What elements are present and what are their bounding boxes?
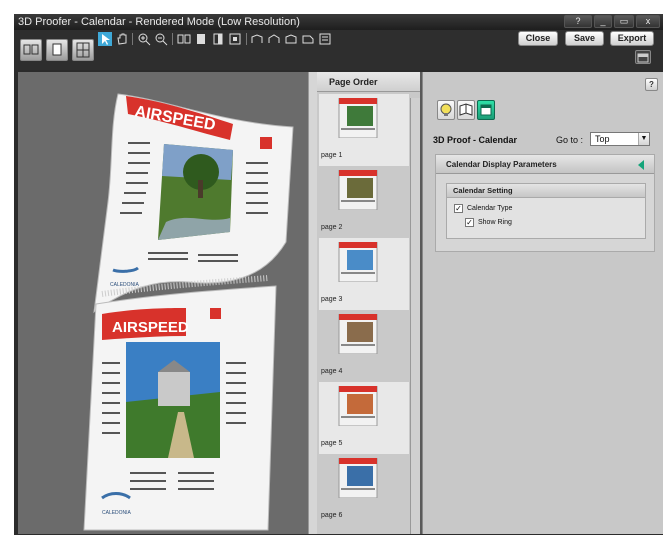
subsection-header: Calendar Setting xyxy=(447,184,645,198)
page-label: page 5 xyxy=(321,440,343,447)
app-window: 3D Proofer - Calendar - Rendered Mode (L… xyxy=(14,14,663,535)
page-thumb-4[interactable]: page 4 xyxy=(319,310,409,382)
calendar-settings-icon xyxy=(480,104,492,116)
tab-calendar-settings[interactable] xyxy=(477,100,495,120)
flip-next-button[interactable] xyxy=(284,32,298,46)
fit-page-icon xyxy=(229,33,241,45)
flip-prev-button[interactable] xyxy=(267,32,281,46)
window-title: 3D Proofer - Calendar - Rendered Mode (L… xyxy=(18,16,300,28)
page-thumbnail xyxy=(338,386,378,426)
separator xyxy=(172,33,173,45)
grid-view-icon xyxy=(76,42,90,58)
book-icon xyxy=(459,103,473,116)
page-thumb-1[interactable]: page 1 xyxy=(319,94,409,166)
help-button[interactable]: ? xyxy=(564,15,592,28)
zoom-in-icon xyxy=(138,33,151,46)
toolbar: Close Save Export xyxy=(14,30,663,70)
flip-first-button[interactable] xyxy=(250,32,264,46)
list-view-button[interactable] xyxy=(318,32,332,46)
list-icon xyxy=(319,33,331,45)
chevron-down-icon: ▼ xyxy=(638,133,649,145)
page-thumb-5[interactable]: page 5 xyxy=(319,382,409,454)
page-thumb-2[interactable]: page 2 xyxy=(319,166,409,238)
open-book-icon xyxy=(177,34,191,44)
goto-value: Top xyxy=(595,134,610,144)
book-view-button[interactable] xyxy=(20,39,42,61)
section-header[interactable]: Calendar Display Parameters xyxy=(436,155,654,174)
3d-viewer[interactable]: AIRSPEED CALEDONIA AIRSPEED CALEDONIA xyxy=(18,72,316,534)
book-view-icon xyxy=(23,44,39,55)
flip-last-icon xyxy=(302,35,314,44)
page-thumbnail xyxy=(338,458,378,498)
calendar-type-checkbox[interactable]: ✓ xyxy=(454,204,463,213)
close-window-button[interactable]: x xyxy=(636,15,660,28)
panel-help-button[interactable]: ? xyxy=(645,78,658,91)
select-tool[interactable] xyxy=(98,32,112,46)
page-order-title: Page Order xyxy=(317,72,420,92)
show-ring-checkbox[interactable]: ✓ xyxy=(465,218,474,227)
calendar-setting-group: Calendar Setting ✓ Calendar Type ✓ Show … xyxy=(446,183,646,239)
page-label: page 6 xyxy=(321,512,343,519)
maximize-button[interactable]: ▭ xyxy=(614,15,634,28)
page-label: page 2 xyxy=(321,224,343,231)
flip-last-button[interactable] xyxy=(301,32,315,46)
zoom-out-icon xyxy=(155,33,168,46)
properties-panel: ? 3D Proof - Calendar Go to : Top ▼ Cale… xyxy=(422,72,663,534)
calendar-render: AIRSPEED CALEDONIA AIRSPEED CALEDONIA xyxy=(83,93,294,531)
page-right-button[interactable] xyxy=(211,32,225,46)
page-thumb-6[interactable]: page 6 xyxy=(319,454,409,526)
arrow-pointer-icon xyxy=(102,34,110,45)
page-thumb-3[interactable]: page 3 xyxy=(319,238,409,310)
calendar-display-parameters: Calendar Display Parameters Calendar Set… xyxy=(435,154,655,252)
spread-view-button[interactable] xyxy=(177,32,191,46)
save-button[interactable]: Save xyxy=(565,31,604,46)
panel-toggle-button[interactable] xyxy=(635,50,651,64)
page-right-icon xyxy=(213,33,223,45)
page-left-icon xyxy=(197,34,205,44)
separator xyxy=(132,33,133,45)
pan-tool[interactable] xyxy=(115,32,129,46)
page-order-panel: Page Order page 1 page 2 page 3 page 4 p… xyxy=(317,72,420,534)
panel-toggle-icon xyxy=(637,53,649,63)
close-button[interactable]: Close xyxy=(518,31,558,46)
grid-view-button[interactable] xyxy=(72,39,94,61)
goto-label: Go to : xyxy=(556,135,584,145)
single-page-icon xyxy=(52,43,62,56)
page-thumbnail xyxy=(338,170,378,210)
collapse-arrow-icon[interactable] xyxy=(638,160,644,170)
single-page-button[interactable] xyxy=(46,39,68,61)
calendar-type-label: Calendar Type xyxy=(467,205,513,212)
flip-prev-icon xyxy=(268,34,280,43)
page-left-button[interactable] xyxy=(194,32,208,46)
calendar-footer-text-lower: CALEDONIA xyxy=(102,510,132,516)
page-order-scrollbar[interactable] xyxy=(410,98,420,534)
show-ring-label: Show Ring xyxy=(478,219,512,226)
page-thumbnail xyxy=(338,314,378,354)
flip-next-icon xyxy=(285,34,297,44)
proof-title: 3D Proof - Calendar xyxy=(433,135,518,145)
page-label: page 4 xyxy=(321,368,343,375)
export-button[interactable]: Export xyxy=(610,31,654,46)
hand-icon xyxy=(117,33,127,45)
zoom-out-button[interactable] xyxy=(154,32,168,46)
tab-lighting[interactable] xyxy=(437,100,455,120)
fit-page-button[interactable] xyxy=(228,32,242,46)
bulb-icon xyxy=(440,103,452,116)
tab-book[interactable] xyxy=(457,100,475,120)
page-label: page 3 xyxy=(321,296,343,303)
page-label: page 1 xyxy=(321,152,343,159)
viewer-scrollbar[interactable] xyxy=(308,72,317,534)
calendar-brand-text-lower: AIRSPEED xyxy=(112,319,189,336)
title-bar: 3D Proofer - Calendar - Rendered Mode (L… xyxy=(14,14,663,30)
page-thumbnail xyxy=(338,98,378,138)
page-thumbnail xyxy=(338,242,378,282)
zoom-in-button[interactable] xyxy=(137,32,151,46)
separator xyxy=(246,33,247,45)
minimize-button[interactable]: _ xyxy=(594,15,612,28)
goto-select[interactable]: Top ▼ xyxy=(590,132,650,146)
flip-first-icon xyxy=(251,34,263,43)
